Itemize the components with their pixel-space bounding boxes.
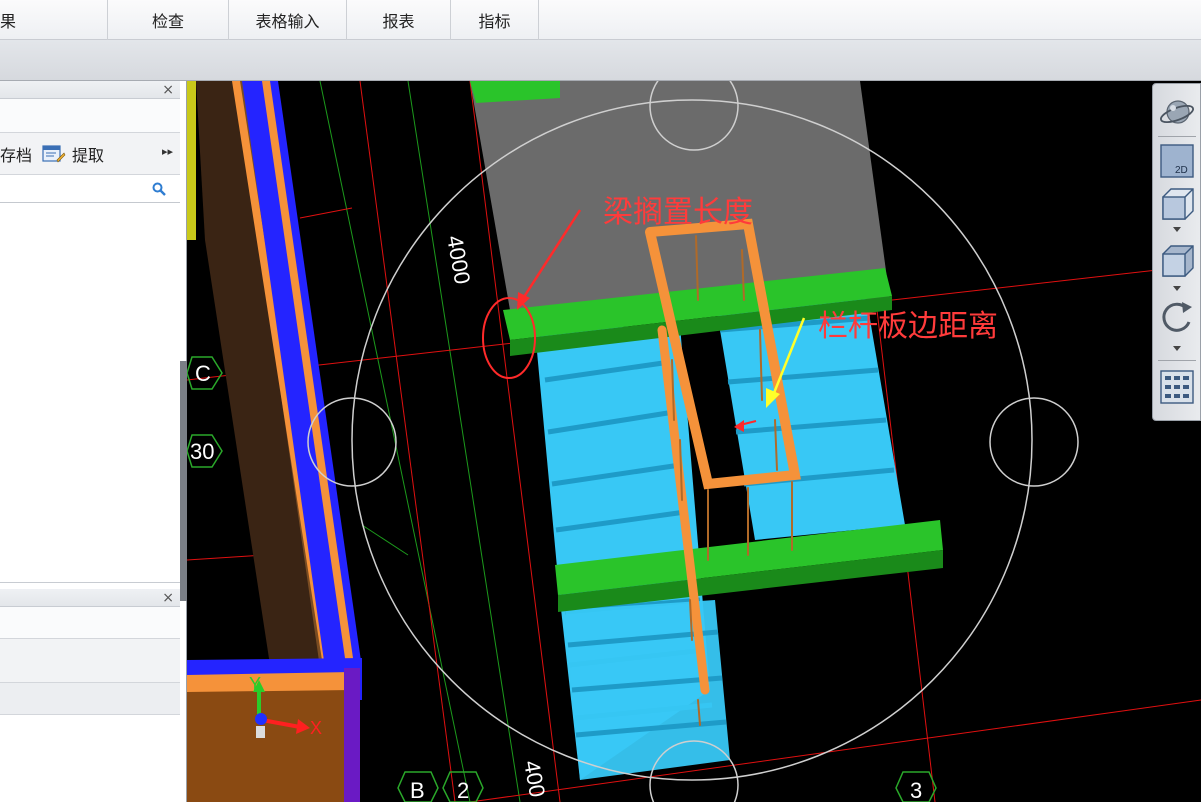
axis-label-2: 2 [457, 778, 469, 802]
panel-toolbar: 存档 提取 ▸▸ [0, 133, 180, 175]
extract-label: 提取 [72, 146, 105, 165]
view-toolbar: 2D [1152, 83, 1201, 421]
rotate-icon[interactable] [1158, 298, 1196, 336]
save-archive-button[interactable]: 存档 [0, 133, 32, 175]
extract-icon [42, 144, 66, 164]
search-icon[interactable] [152, 181, 166, 200]
chevron-down-icon[interactable] [1173, 227, 1181, 232]
dimension-label-400: 400 [519, 759, 550, 800]
railing-edge-distance-label: 栏杆板边距离 [818, 309, 998, 344]
axis-label-b: B [410, 778, 425, 802]
panel-splitter[interactable] [180, 361, 187, 601]
chevron-down-icon[interactable] [1173, 286, 1181, 291]
component-tree[interactable] [0, 203, 180, 583]
close-icon[interactable]: × [162, 589, 174, 607]
menu-bar: 果 检查 表格输入 报表 指标 [0, 0, 1201, 40]
orbit-icon[interactable] [1158, 94, 1196, 132]
menu-item-check[interactable]: 检查 [108, 0, 229, 40]
layers-grid-icon[interactable] [1158, 368, 1196, 406]
save-archive-label: 存档 [0, 146, 33, 165]
2d-label: 2D [1175, 165, 1188, 176]
properties-toolbar [0, 639, 180, 683]
ribbon-toolstrip [0, 40, 1201, 81]
left-dock-panel: × 存档 提取 ▸▸ × [0, 81, 187, 802]
menu-item-table-input[interactable]: 表格输入 [229, 0, 347, 40]
beam-rest-length-label: 梁搁置长度 [603, 195, 753, 230]
3d-box-icon[interactable] [1158, 185, 1196, 223]
2d-view-icon[interactable]: 2D [1158, 142, 1196, 180]
3d-viewport[interactable]: C 30 B 2 3 4000 400 梁搁置长度 栏杆板边距离 X Y [187, 81, 1201, 802]
menu-item-report[interactable]: 报表 [347, 0, 451, 40]
axis-label-30: 30 [190, 439, 214, 464]
axis-label-c: C [195, 361, 211, 386]
extract-button[interactable]: 提取 [42, 133, 104, 175]
dimension-label-4000: 4000 [442, 234, 475, 287]
gizmo-x-label: X [310, 718, 322, 738]
more-chevron-icon[interactable]: ▸▸ [162, 145, 173, 158]
properties-header-row [0, 683, 180, 715]
search-input[interactable] [0, 175, 180, 203]
stair-3d-scene[interactable]: C 30 B 2 3 4000 400 梁搁置长度 栏杆板边距离 X Y [187, 81, 1201, 802]
chevron-down-icon[interactable] [1173, 346, 1181, 351]
gizmo-y-label: Y [249, 674, 261, 694]
properties-blank-row [0, 607, 180, 639]
axis-label-3: 3 [910, 778, 922, 802]
panel-blank-row [0, 99, 180, 133]
menu-item-result[interactable]: 果 [0, 0, 108, 40]
menu-item-indicators[interactable]: 指标 [451, 0, 539, 40]
close-icon[interactable]: × [162, 81, 174, 99]
panel-header-bottom: × [0, 589, 180, 607]
panel-header-top: × [0, 81, 180, 99]
solid-box-icon[interactable] [1158, 242, 1196, 280]
